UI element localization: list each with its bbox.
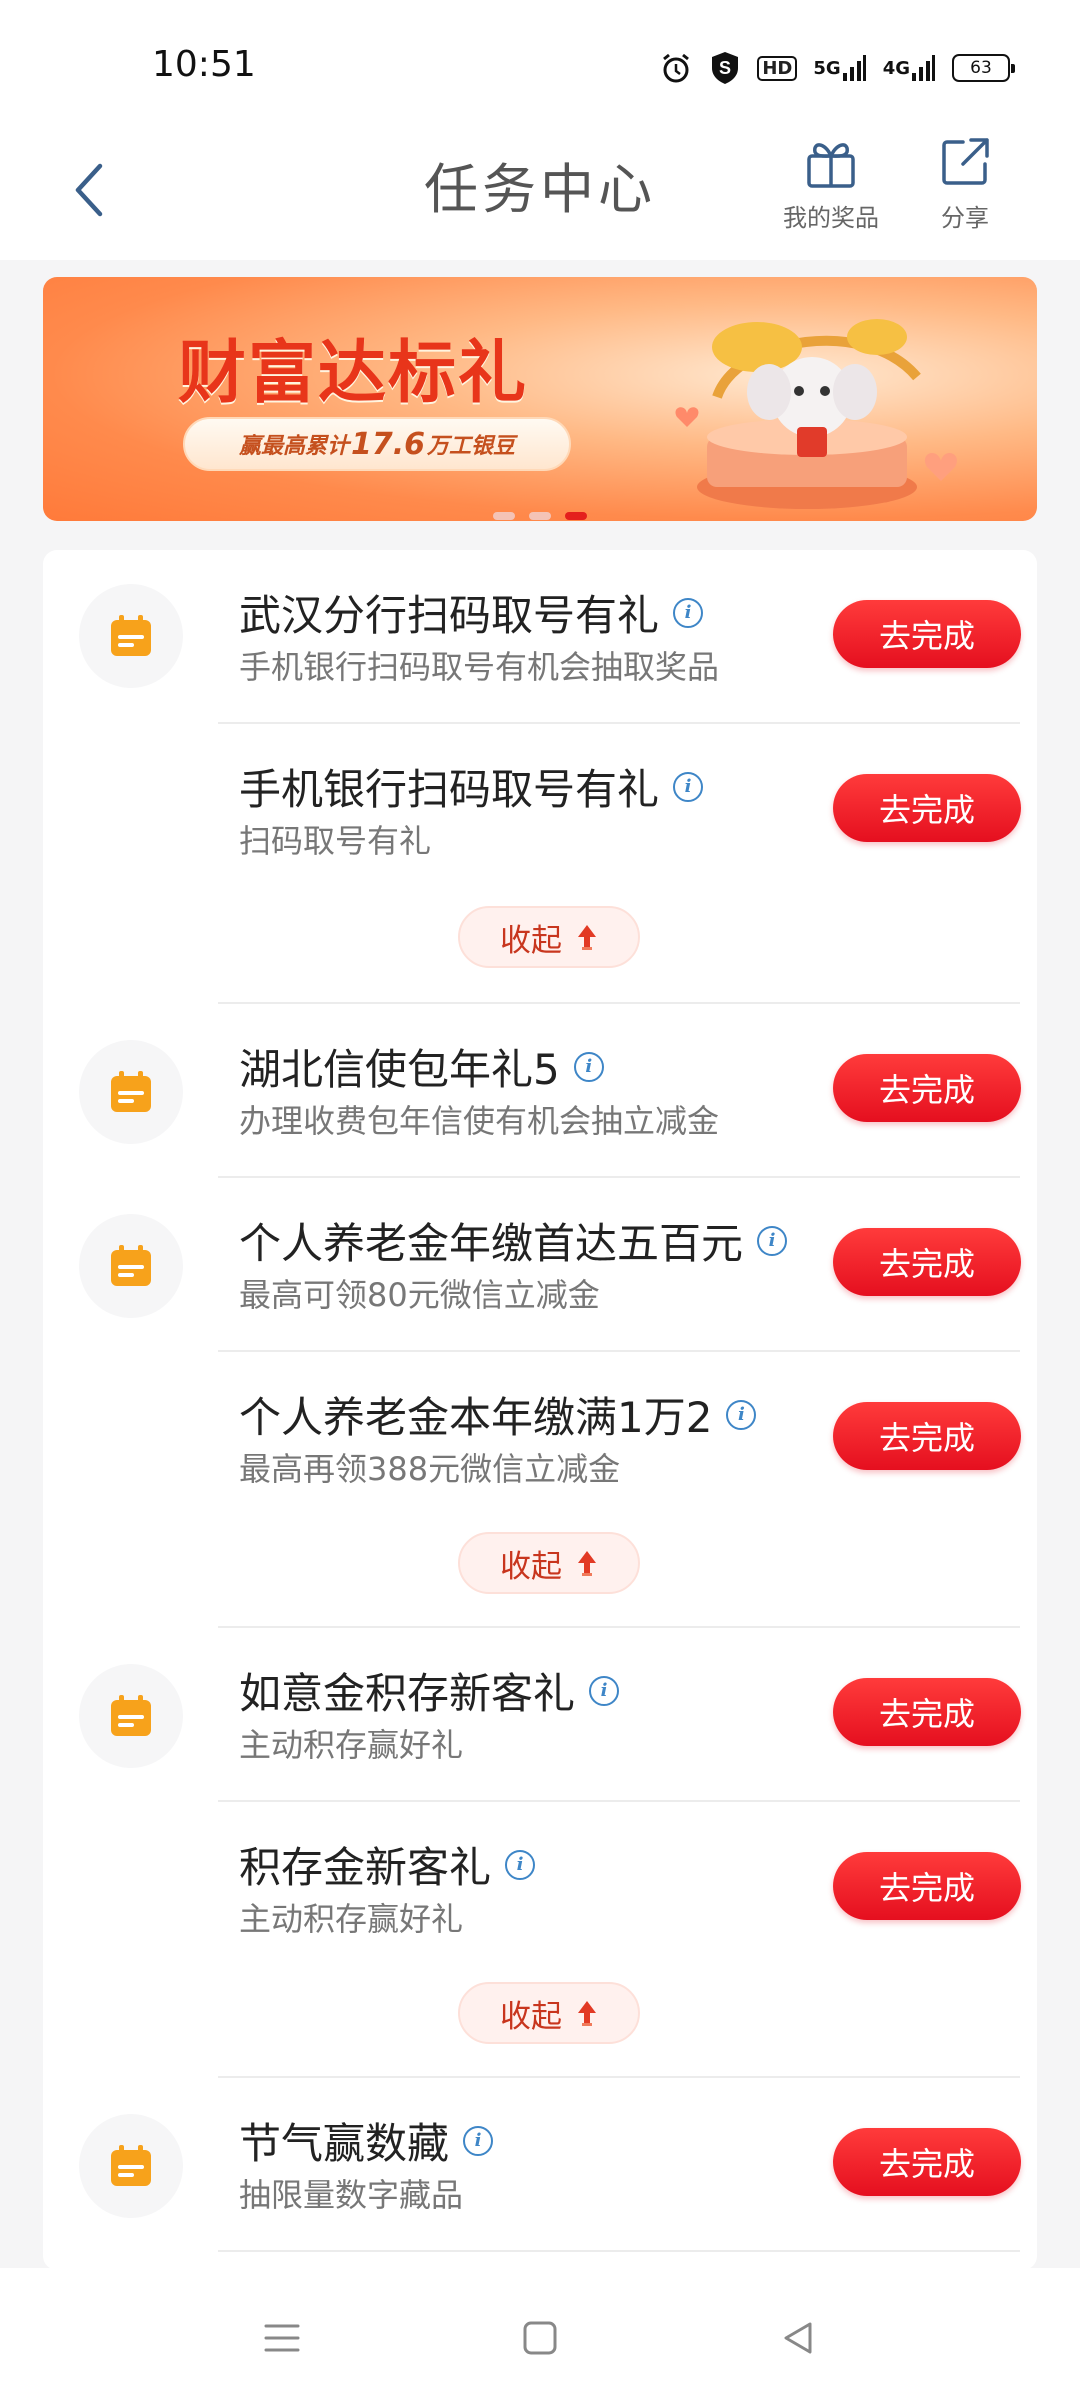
task-subtitle: 最高再领388元微信立减金: [239, 1450, 621, 1488]
task-title: 武汉分行扫码取号有礼 i: [239, 582, 704, 643]
task-subtitle: 主动积存赢好礼: [239, 1726, 464, 1764]
arrow-up-icon: [578, 1551, 596, 1576]
task-title: 手机银行扫码取号有礼 i: [239, 756, 704, 817]
back-nav-button[interactable]: [768, 2308, 828, 2368]
task-row: 湖北信使包年礼5 i 办理收费包年信使有机会抽立减金 去完成: [43, 1004, 1037, 1178]
collapse-button[interactable]: 收起: [458, 1982, 640, 2044]
signal-5g-icon: 5G: [813, 53, 866, 83]
collapse-button[interactable]: 收起: [458, 1532, 640, 1594]
go-complete-button[interactable]: 去完成: [833, 1228, 1021, 1296]
banner-pill-suffix: 万工银豆: [427, 434, 516, 459]
pagination-dot[interactable]: [493, 512, 515, 520]
collapse-label: 收起: [500, 1548, 562, 1585]
task-title-text: 积存金新客礼: [239, 1843, 492, 1892]
info-icon[interactable]: i: [589, 1675, 620, 1706]
task-title: 湖北信使包年礼5 i: [239, 1036, 604, 1097]
info-icon[interactable]: i: [673, 597, 704, 628]
pagination-dot-active[interactable]: [565, 512, 587, 520]
alarm-icon: [659, 51, 693, 85]
go-complete-button[interactable]: 去完成: [833, 774, 1021, 842]
menu-button[interactable]: [252, 2308, 312, 2368]
calendar-icon: [79, 2114, 183, 2218]
home-square-icon: [523, 2321, 557, 2355]
share-icon: [942, 138, 989, 185]
go-complete-button[interactable]: 去完成: [833, 1054, 1021, 1122]
task-subtitle: 办理收费包年信使有机会抽立减金: [239, 1102, 720, 1140]
task-row: 个人养老金本年缴满1万2 i 最高再领388元微信立减金 去完成: [43, 1352, 1037, 1526]
calendar-icon: [79, 584, 183, 688]
go-complete-button[interactable]: 去完成: [833, 1402, 1021, 1470]
signal-4g-icon: 4G: [883, 53, 936, 83]
task-row: 个人养老金年缴首达五百元 i 最高可领80元微信立减金 去完成: [43, 1178, 1037, 1352]
menu-icon: [264, 2324, 300, 2352]
gift-icon: [807, 143, 855, 188]
system-nav-bar: [0, 2268, 1080, 2400]
task-title: 节气赢数藏 i: [239, 2110, 494, 2171]
calendar-icon: [79, 1664, 183, 1768]
task-list-card: 武汉分行扫码取号有礼 i 手机银行扫码取号有机会抽取奖品 去完成 手机银行扫码取号…: [43, 550, 1037, 2270]
divider: [218, 2250, 1020, 2252]
hd-icon: HD: [757, 55, 798, 81]
go-complete-button[interactable]: 去完成: [833, 600, 1021, 668]
task-subtitle: 手机银行扫码取号有机会抽取奖品: [239, 648, 720, 686]
banner-pill-amount: 17.6: [350, 426, 426, 462]
task-title: 个人养老金本年缴满1万2 i: [239, 1384, 757, 1445]
task-title-text: 个人养老金本年缴满1万2: [239, 1393, 713, 1442]
task-row: 积存金新客礼 i 主动积存赢好礼 去完成: [43, 1802, 1037, 1976]
task-title-text: 武汉分行扫码取号有礼: [239, 591, 660, 640]
go-complete-button[interactable]: 去完成: [833, 1678, 1021, 1746]
task-title-text: 如意金积存新客礼: [239, 1669, 576, 1718]
svg-text:S: S: [719, 58, 731, 78]
task-subtitle: 抽限量数字藏品: [239, 2176, 464, 2214]
task-row: 武汉分行扫码取号有礼 i 手机银行扫码取号有机会抽取奖品 去完成: [43, 550, 1037, 724]
banner-title: 财富达标礼: [178, 334, 529, 413]
task-title: 个人养老金年缴首达五百元 i: [239, 1210, 788, 1271]
arrow-up-icon: [578, 925, 596, 950]
shield-s-icon: S: [709, 50, 741, 86]
collapse-button[interactable]: 收起: [458, 906, 640, 968]
task-row: 手机银行扫码取号有礼 i 扫码取号有礼 去完成: [43, 724, 1037, 898]
home-button[interactable]: [510, 2308, 570, 2368]
elephant-mascot-illustration: [675, 319, 957, 509]
arrow-up-icon: [578, 2001, 596, 2026]
status-time: 10:51: [152, 44, 256, 85]
task-title-text: 个人养老金年缴首达五百元: [239, 1219, 744, 1268]
task-row: 如意金积存新客礼 i 主动积存赢好礼 去完成: [43, 1628, 1037, 1802]
promo-banner[interactable]: 财富达标礼 赢最高累计 17.6 万工银豆: [43, 277, 1037, 521]
banner-pill: 赢最高累计 17.6 万工银豆: [183, 417, 571, 471]
pagination-dot[interactable]: [529, 512, 551, 520]
info-icon[interactable]: i: [505, 1849, 536, 1880]
my-prizes-label: 我的奖品: [783, 204, 879, 232]
info-icon[interactable]: i: [463, 2125, 494, 2156]
go-complete-button[interactable]: 去完成: [833, 2128, 1021, 2196]
banner-pagination: [0, 512, 1080, 520]
collapse-label: 收起: [500, 922, 562, 959]
battery-icon: 63: [952, 54, 1015, 82]
collapse-label: 收起: [500, 1998, 562, 2035]
share-label: 分享: [941, 204, 989, 232]
task-title: 如意金积存新客礼 i: [239, 1660, 620, 1721]
task-row: 节气赢数藏 i 抽限量数字藏品 去完成: [43, 2078, 1037, 2252]
calendar-icon: [79, 1040, 183, 1144]
back-triangle-icon: [784, 2322, 812, 2354]
info-icon[interactable]: i: [757, 1225, 788, 1256]
info-icon[interactable]: i: [726, 1399, 757, 1430]
task-subtitle: 扫码取号有礼: [239, 822, 432, 860]
go-complete-button[interactable]: 去完成: [833, 1852, 1021, 1920]
task-subtitle: 最高可领80元微信立减金: [239, 1276, 600, 1314]
task-title-text: 节气赢数藏: [239, 2119, 450, 2168]
info-icon[interactable]: i: [573, 1051, 604, 1082]
task-subtitle: 主动积存赢好礼: [239, 1900, 464, 1938]
header: 任务中心 我的奖品 分享: [0, 130, 1080, 260]
info-icon[interactable]: i: [673, 771, 704, 802]
banner-pill-prefix: 赢最高累计: [238, 434, 349, 459]
task-title: 积存金新客礼 i: [239, 1834, 536, 1895]
my-prizes-button[interactable]: 我的奖品: [771, 134, 891, 233]
calendar-icon: [79, 1214, 183, 1318]
share-button[interactable]: 分享: [905, 134, 1025, 233]
task-title-text: 手机银行扫码取号有礼: [239, 765, 660, 814]
status-bar: 10:51 S HD 5G 4G 63: [0, 0, 1080, 130]
status-icons: S HD 5G 4G 63: [659, 46, 1015, 90]
task-title-text: 湖北信使包年礼5: [239, 1045, 560, 1094]
